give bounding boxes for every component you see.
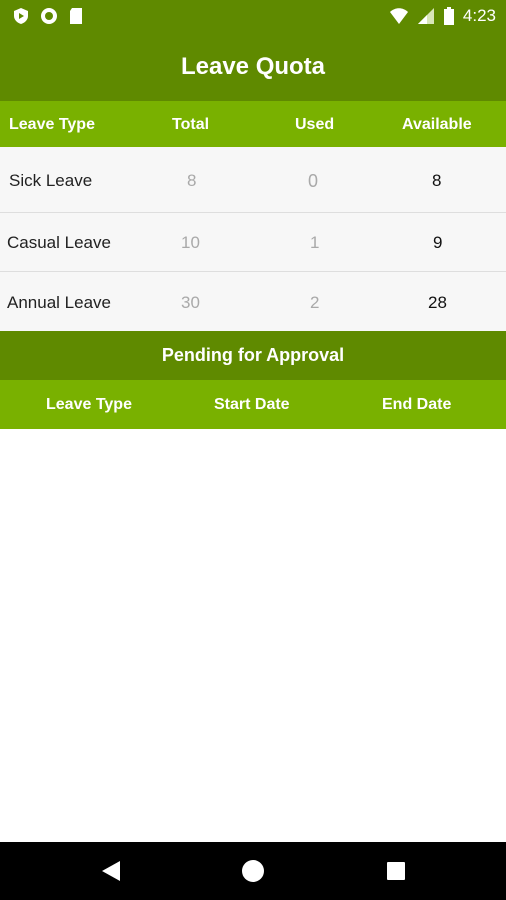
- row-leave-type: Sick Leave: [9, 171, 93, 190]
- pending-title: Pending for Approval: [161, 345, 345, 365]
- status-bar: 4:23: [0, 0, 506, 32]
- navigation-bar: [0, 842, 506, 900]
- pending-header-leave-type: Leave Type: [46, 396, 132, 413]
- row-total: 10: [181, 233, 200, 252]
- battery-icon: [443, 7, 454, 25]
- row-used: 1: [310, 233, 320, 252]
- status-time: 4:23: [462, 6, 496, 25]
- table-row[interactable]: Sick Leave 8 0 8: [0, 147, 506, 213]
- row-leave-type: Annual Leave: [7, 293, 111, 312]
- row-total: 30: [181, 293, 200, 312]
- app-bar: Leave Quota: [0, 32, 506, 101]
- back-icon: [102, 861, 120, 881]
- recents-icon: [387, 862, 405, 880]
- table-row[interactable]: Casual Leave 10 1 9: [0, 213, 506, 272]
- circle-record-icon: [41, 8, 57, 24]
- header-available: Available: [402, 116, 472, 133]
- row-available: 8: [432, 171, 442, 190]
- signal-icon: [417, 8, 434, 24]
- status-left-icons: [12, 7, 84, 25]
- row-available: 28: [428, 293, 447, 312]
- row-used: 2: [310, 293, 320, 312]
- shield-icon: [14, 8, 28, 24]
- header-leave-type: Leave Type: [9, 116, 95, 133]
- pending-header-start-date: Start Date: [214, 396, 290, 413]
- back-button[interactable]: [97, 857, 125, 885]
- pending-header-end-date: End Date: [382, 396, 452, 413]
- header-used: Used: [295, 116, 335, 133]
- row-available: 9: [433, 233, 443, 252]
- row-used: 0: [308, 171, 319, 191]
- home-icon: [242, 860, 264, 882]
- row-leave-type: Casual Leave: [7, 233, 111, 252]
- wifi-icon: [389, 8, 408, 24]
- pending-section-header: Pending for Approval: [0, 331, 506, 380]
- pending-table-header: Leave Type Start Date End Date: [0, 380, 506, 429]
- row-total: 8: [187, 171, 197, 190]
- quota-table-header: Leave Type Total Used Available: [0, 101, 506, 147]
- recents-button[interactable]: [382, 857, 410, 885]
- page-title: Leave Quota: [180, 52, 326, 80]
- table-row[interactable]: Annual Leave 30 2 28: [0, 272, 506, 331]
- status-right-icons: 4:23: [389, 6, 496, 26]
- header-total: Total: [172, 116, 210, 133]
- sd-card-icon: [70, 8, 82, 24]
- home-button[interactable]: [239, 857, 267, 885]
